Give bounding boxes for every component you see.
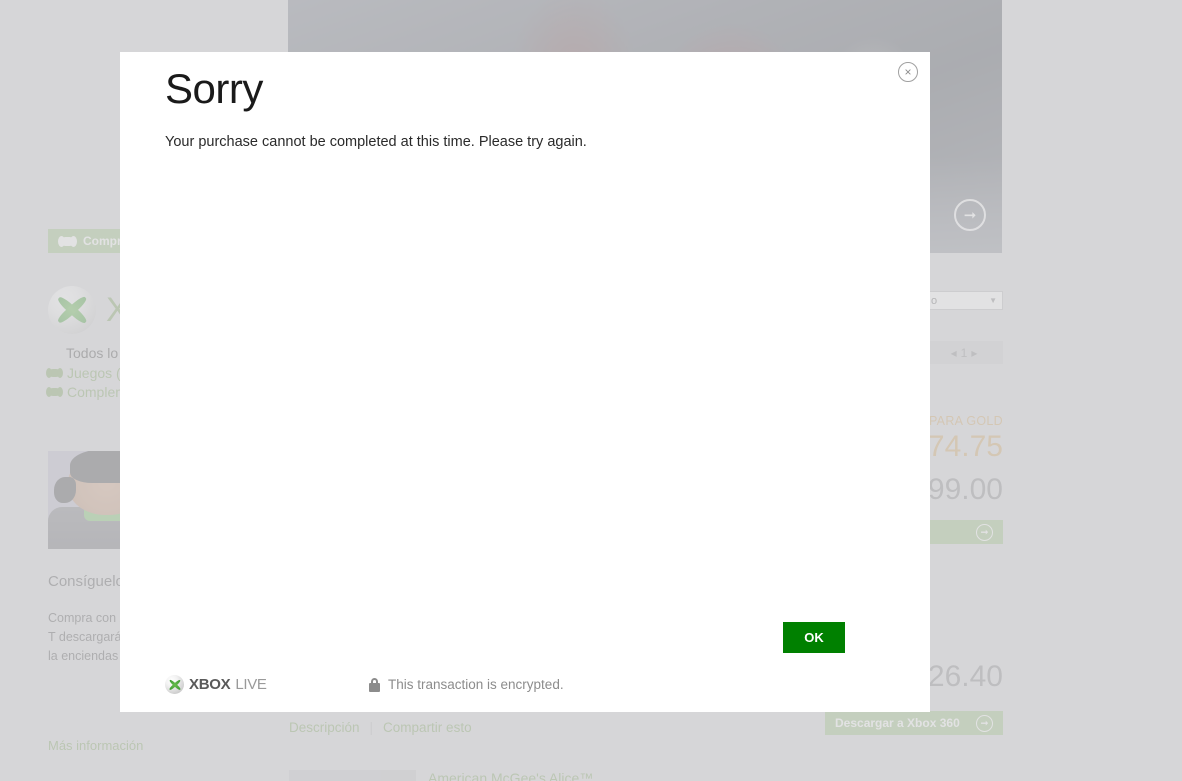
encryption-notice: This transaction is encrypted.	[369, 677, 564, 692]
live-wordmark: LIVE	[235, 676, 267, 693]
category-games-label: Juegos (	[67, 365, 121, 381]
controller-icon	[58, 235, 77, 247]
ok-button[interactable]: OK	[783, 622, 845, 653]
content-tabs: Descripción | Compartir esto	[289, 720, 472, 735]
pagination-prev-icon[interactable]: ◂	[951, 346, 957, 360]
dialog-message: Your purchase cannot be completed at thi…	[165, 134, 587, 150]
tab-description[interactable]: Descripción	[289, 720, 360, 735]
chevron-down-icon: ▼	[989, 296, 997, 305]
download-button-secondary-label: Descargar a Xbox 360	[835, 716, 960, 730]
xbox-live-logo: XBOX LIVE	[165, 675, 267, 694]
xbox-logo-icon	[48, 286, 96, 334]
arrow-right-icon: ➞	[976, 714, 993, 732]
promo-panel-title: Consíguelo	[48, 573, 124, 590]
dialog-title: Sorry	[165, 65, 263, 112]
category-addons-label: Complem	[67, 384, 127, 400]
controller-icon	[46, 368, 63, 378]
controller-plus-icon	[46, 387, 63, 397]
close-icon[interactable]: ×	[898, 62, 918, 82]
encryption-text: This transaction is encrypted.	[388, 677, 564, 692]
lock-icon	[369, 677, 380, 692]
pagination-page-number: 1	[960, 345, 968, 360]
dialog-footer: XBOX LIVE This transaction is encrypted.	[120, 673, 930, 703]
xbox-brand: X	[48, 286, 129, 334]
xbox-wordmark: XBOX	[189, 676, 231, 693]
pagination-next-icon[interactable]: ▸	[971, 346, 977, 360]
all-items-label: Todos lo	[66, 345, 119, 361]
xbox-logo-icon	[165, 675, 184, 694]
purchase-error-dialog: × Sorry Your purchase cannot be complete…	[120, 52, 930, 712]
category-link-addons[interactable]: Complem	[46, 384, 127, 400]
avatar-ponytail	[54, 477, 76, 503]
download-button-secondary[interactable]: Descargar a Xbox 360 ➞	[825, 711, 1003, 735]
tab-share[interactable]: Compartir esto	[383, 720, 472, 735]
screen-root: ➞ Comprar X Todos lo Juegos ( Complem Co…	[0, 0, 1182, 781]
more-info-link[interactable]: Más información	[48, 738, 143, 753]
list-item-thumbnail[interactable]	[289, 770, 416, 781]
tab-separator: |	[369, 720, 374, 735]
list-item-title[interactable]: American McGee's Alice™	[428, 770, 593, 781]
sort-select-value: o	[931, 294, 938, 307]
pagination[interactable]: ◂ 1 ▸	[925, 341, 1003, 364]
hero-next-arrow-icon[interactable]: ➞	[954, 199, 986, 231]
sort-select[interactable]: o ▼	[925, 291, 1003, 310]
arrow-right-icon: ➞	[976, 523, 993, 541]
category-link-games[interactable]: Juegos (	[46, 365, 121, 381]
